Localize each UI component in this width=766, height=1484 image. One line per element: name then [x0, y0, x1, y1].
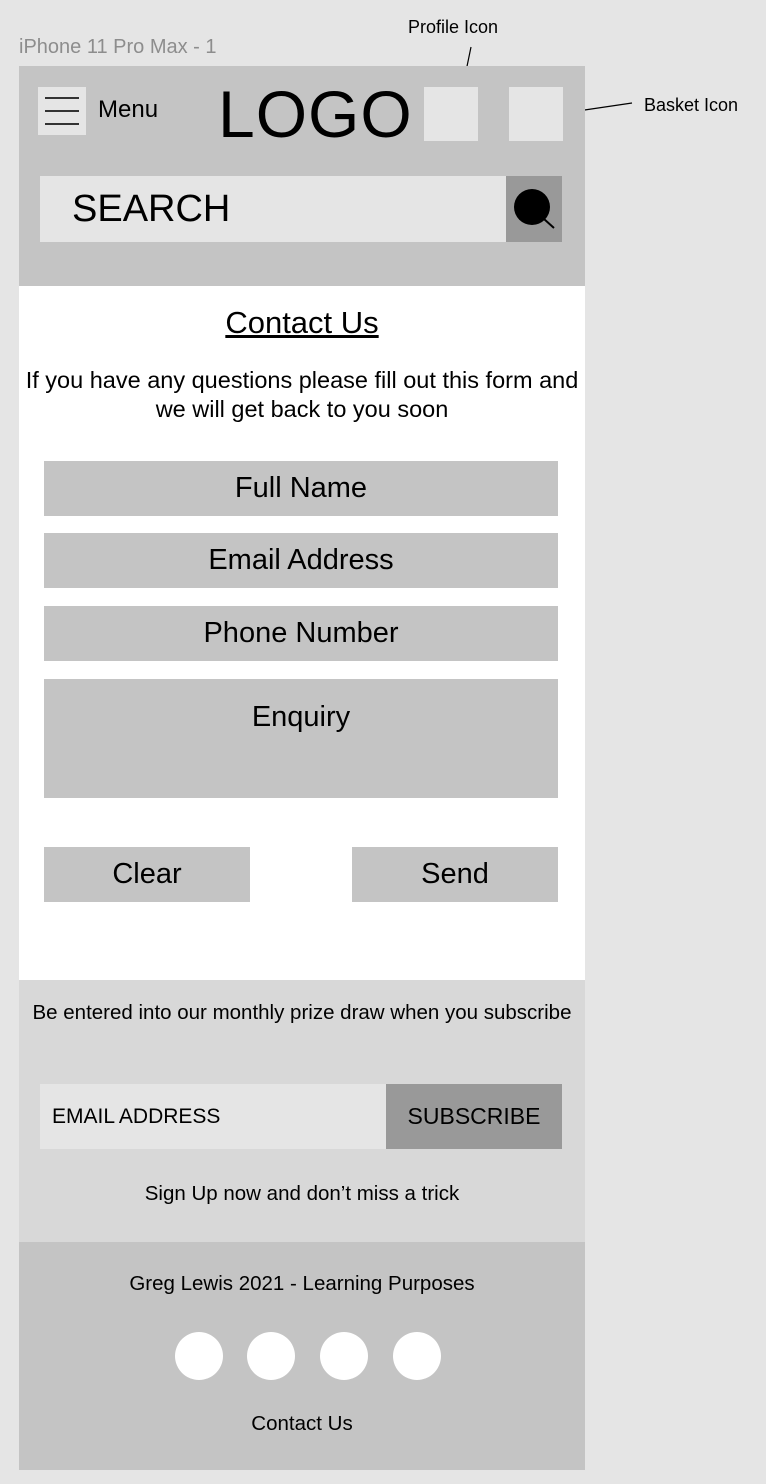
- search-input[interactable]: [40, 176, 506, 242]
- basket-icon[interactable]: [509, 87, 563, 141]
- signup-text: Sign Up now and don’t miss a trick: [144, 1182, 460, 1205]
- subscribe-button-label: SUBSCRIBE: [407, 1103, 541, 1129]
- intro-text: If you have any questions please fill ou…: [25, 367, 579, 422]
- footer-contact-link[interactable]: Contact Us: [19, 1412, 585, 1436]
- search-button[interactable]: [506, 176, 562, 242]
- social-icon-4[interactable]: [393, 1332, 441, 1380]
- send-button-label: Send: [421, 858, 489, 890]
- page-title: Contact Us: [225, 305, 379, 340]
- menu-label[interactable]: Menu: [98, 96, 158, 124]
- phone-field[interactable]: Phone Number: [44, 606, 558, 661]
- full-name-field[interactable]: Full Name: [44, 461, 558, 516]
- subscribe-email-input[interactable]: EMAIL ADDRESS: [40, 1084, 386, 1149]
- social-icon-2[interactable]: [247, 1332, 295, 1380]
- profile-icon[interactable]: [424, 87, 478, 141]
- email-field[interactable]: Email Address: [44, 533, 558, 588]
- social-icon-1[interactable]: [175, 1332, 223, 1380]
- clear-button-label: Clear: [112, 858, 182, 890]
- subscribe-button[interactable]: SUBSCRIBE: [386, 1084, 562, 1149]
- send-button[interactable]: Send: [352, 847, 558, 902]
- logo[interactable]: LOGO: [218, 76, 413, 152]
- full-name-label: Full Name: [234, 472, 368, 504]
- enquiry-field[interactable]: Enquiry: [44, 679, 558, 798]
- enquiry-label: Enquiry: [251, 701, 351, 733]
- email-label: Email Address: [208, 544, 394, 576]
- search-icon: [514, 189, 555, 229]
- phone-label: Phone Number: [203, 617, 399, 649]
- clear-button[interactable]: Clear: [44, 847, 250, 902]
- promo-text: Be entered into our monthly prize draw w…: [32, 1001, 572, 1024]
- social-icon-3[interactable]: [320, 1332, 368, 1380]
- subscribe-email-placeholder: EMAIL ADDRESS: [52, 1104, 221, 1128]
- menu-button[interactable]: [38, 87, 86, 135]
- footer-credit: Greg Lewis 2021 - Learning Purposes: [129, 1272, 475, 1295]
